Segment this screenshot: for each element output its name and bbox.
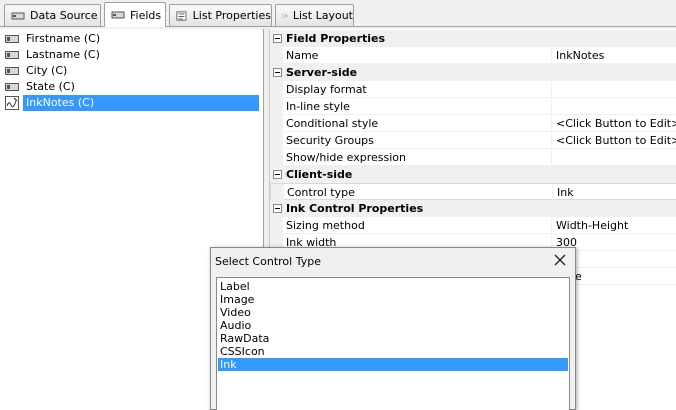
row-gutter	[270, 47, 283, 64]
tab-list-properties[interactable]: List Properties	[169, 4, 272, 26]
prop-row-sizing-method[interactable]: Sizing method Width-Height	[270, 217, 676, 234]
tab-data-source[interactable]: Data Source	[4, 4, 101, 26]
option-cssicon[interactable]: CSSIcon	[218, 345, 568, 358]
prop-row-control-type[interactable]: Control type Ink	[270, 183, 676, 201]
tab-strip: Data Source Fields List Properties List …	[0, 0, 676, 29]
category-ink-control-properties[interactable]: Ink Control Properties	[270, 200, 676, 217]
prop-row-inline-style[interactable]: In-line style	[270, 98, 676, 115]
textbox-field-icon	[5, 67, 19, 75]
prop-value-display-format[interactable]	[551, 81, 676, 98]
prop-value-show-hide[interactable]	[551, 149, 676, 166]
category-label: Ink Control Properties	[286, 202, 424, 215]
row-gutter	[270, 149, 283, 166]
textbox-field-icon	[5, 35, 19, 43]
tab-label: List Properties	[192, 9, 271, 22]
category-server-side[interactable]: Server-side	[270, 64, 676, 81]
field-label: Firstname (C)	[26, 32, 101, 45]
category-label: Field Properties	[286, 32, 386, 45]
prop-name: Display format	[286, 83, 367, 96]
prop-value-security-groups[interactable]: <Click Button to Edit>	[551, 132, 676, 149]
prop-name: In-line style	[286, 100, 350, 113]
prop-row-name[interactable]: Name InkNotes	[270, 47, 676, 64]
database-icon	[11, 12, 25, 19]
option-label[interactable]: Label	[218, 280, 568, 293]
row-gutter	[270, 217, 283, 234]
field-label: City (C)	[26, 64, 68, 77]
row-gutter	[271, 184, 284, 201]
prop-row-show-hide[interactable]: Show/hide expression	[270, 149, 676, 166]
tab-divider	[0, 26, 676, 27]
ink-field-icon	[5, 96, 19, 110]
collapse-icon[interactable]	[273, 170, 282, 179]
field-item-inknotes[interactable]: InkNotes (C)	[0, 95, 259, 111]
field-item-city[interactable]: City (C)	[0, 63, 70, 79]
tab-list-layout[interactable]: List Layout	[275, 4, 354, 26]
field-item-lastname[interactable]: Lastname (C)	[0, 47, 103, 63]
collapse-icon[interactable]	[273, 204, 282, 213]
option-rawdata[interactable]: RawData	[218, 332, 568, 345]
close-icon[interactable]	[553, 253, 567, 267]
row-gutter	[270, 115, 283, 132]
prop-value-control-type[interactable]: Ink	[552, 184, 676, 201]
prop-name: Security Groups	[286, 134, 374, 147]
textbox-field-icon	[5, 83, 19, 91]
row-gutter	[270, 132, 283, 149]
category-label: Server-side	[286, 66, 358, 79]
category-label: Client-side	[286, 168, 353, 181]
row-gutter	[270, 81, 283, 98]
select-control-type-dialog: Select Control Type Label Image Video Au…	[210, 247, 576, 410]
field-label: State (C)	[26, 80, 75, 93]
tab-label: List Layout	[292, 9, 353, 22]
prop-row-conditional-style[interactable]: Conditional style <Click Button to Edit>	[270, 115, 676, 132]
prop-row-display-format[interactable]: Display format	[270, 81, 676, 98]
dialog-title: Select Control Type	[215, 255, 321, 268]
prop-name: Sizing method	[286, 219, 365, 232]
option-ink[interactable]: Ink	[218, 358, 568, 371]
prop-value-inline-style[interactable]	[551, 98, 676, 115]
field-label: InkNotes (C)	[23, 95, 259, 111]
row-gutter	[270, 98, 283, 115]
control-type-list[interactable]: Label Image Video Audio RawData CSSIcon …	[216, 277, 570, 410]
prop-name: Control type	[287, 186, 355, 199]
prop-row-security-groups[interactable]: Security Groups <Click Button to Edit>	[270, 132, 676, 149]
option-audio[interactable]: Audio	[218, 319, 568, 332]
field-item-state[interactable]: State (C)	[0, 79, 78, 95]
collapse-icon[interactable]	[273, 68, 282, 77]
list-properties-icon	[176, 10, 187, 21]
option-image[interactable]: Image	[218, 293, 568, 306]
prop-value-conditional-style[interactable]: <Click Button to Edit>	[551, 115, 676, 132]
fields-icon	[111, 11, 125, 19]
list-layout-icon	[282, 14, 288, 17]
prop-name: Show/hide expression	[286, 151, 406, 164]
field-label: Lastname (C)	[26, 48, 100, 61]
category-client-side[interactable]: Client-side	[270, 166, 676, 183]
tab-label: Data Source	[30, 9, 98, 22]
category-field-properties[interactable]: Field Properties	[270, 30, 676, 47]
prop-value-sizing-method[interactable]: Width-Height	[551, 217, 676, 234]
option-video[interactable]: Video	[218, 306, 568, 319]
tab-fields[interactable]: Fields	[104, 2, 166, 27]
prop-name: Conditional style	[286, 117, 379, 130]
collapse-icon[interactable]	[273, 34, 282, 43]
prop-name: Name	[286, 49, 319, 62]
prop-value-name[interactable]: InkNotes	[551, 47, 676, 64]
tab-label: Fields	[130, 8, 162, 22]
field-item-firstname[interactable]: Firstname (C)	[0, 31, 103, 47]
textbox-field-icon	[5, 51, 19, 59]
